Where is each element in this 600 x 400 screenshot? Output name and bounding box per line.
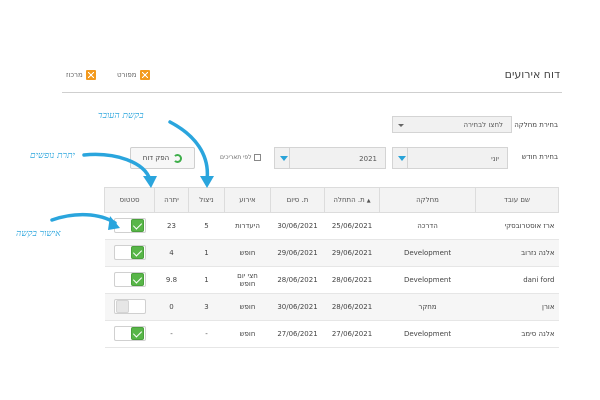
arrow-to-balance-column <box>82 152 152 182</box>
arrow-to-used-column <box>168 120 210 182</box>
arrowhead-icon <box>108 216 120 230</box>
arrowhead-icon <box>200 176 214 188</box>
arrowhead-icon <box>143 176 157 188</box>
annotation-arrows <box>50 120 214 230</box>
arrow-to-status-column <box>50 212 117 225</box>
